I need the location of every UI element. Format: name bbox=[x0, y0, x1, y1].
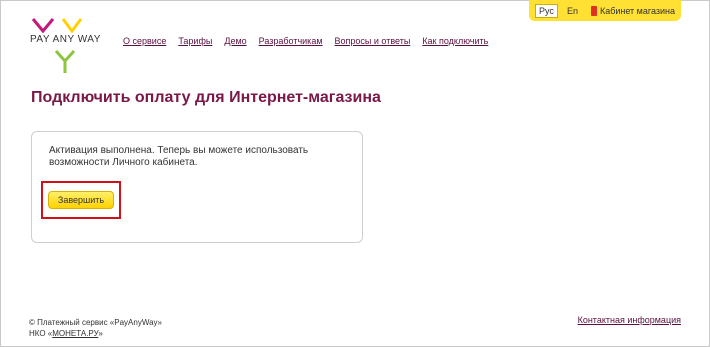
page-title: Подключить оплату для Интернет-магазина bbox=[31, 89, 381, 106]
finish-button[interactable]: Завершить bbox=[48, 191, 114, 209]
copyright-line: © Платежный сервис «PayAnyWay» bbox=[29, 318, 162, 327]
nko-line: НКО «МОНЕТА.РУ» bbox=[29, 328, 162, 339]
nav-item-faq[interactable]: Вопросы и ответы bbox=[335, 36, 411, 46]
lang-en-button[interactable]: En bbox=[564, 5, 581, 17]
nko-suffix: » bbox=[98, 329, 103, 338]
nav-item-about[interactable]: О сервисе bbox=[123, 36, 166, 46]
nko-prefix: НКО « bbox=[29, 329, 53, 338]
cabinet-label: Кабинет магазина bbox=[599, 5, 675, 16]
activation-message: Активация выполнена. Теперь вы можете ис… bbox=[49, 145, 309, 168]
lang-ru-button[interactable]: Рус bbox=[535, 3, 558, 18]
button-highlight-box: Завершить bbox=[41, 181, 121, 219]
door-icon bbox=[590, 5, 597, 16]
top-bar: Рус En Кабинет магазина bbox=[529, 0, 681, 21]
footer-copyright: © Платежный сервис «PayAnyWay» НКО «МОНЕ… bbox=[29, 317, 162, 339]
nav-item-tariffs[interactable]: Тарифы bbox=[178, 36, 212, 46]
main-nav: О сервисе Тарифы Демо Разработчикам Вопр… bbox=[123, 36, 488, 46]
activation-panel: Активация выполнена. Теперь вы можете ис… bbox=[31, 131, 363, 243]
cabinet-link[interactable]: Кабинет магазина bbox=[590, 5, 675, 16]
contacts-link[interactable]: Контактная информация bbox=[578, 315, 681, 325]
nav-item-demo[interactable]: Демо bbox=[224, 36, 246, 46]
nav-item-how-to-connect[interactable]: Как подключить bbox=[422, 36, 488, 46]
payanyway-logo[interactable]: PAY ANY WAY bbox=[29, 17, 102, 77]
moneta-link[interactable]: МОНЕТА.РУ bbox=[52, 329, 98, 338]
logo-text: PAY ANY WAY bbox=[29, 34, 102, 45]
logo-mark-icon bbox=[31, 18, 83, 73]
nav-item-developers[interactable]: Разработчикам bbox=[259, 36, 323, 46]
